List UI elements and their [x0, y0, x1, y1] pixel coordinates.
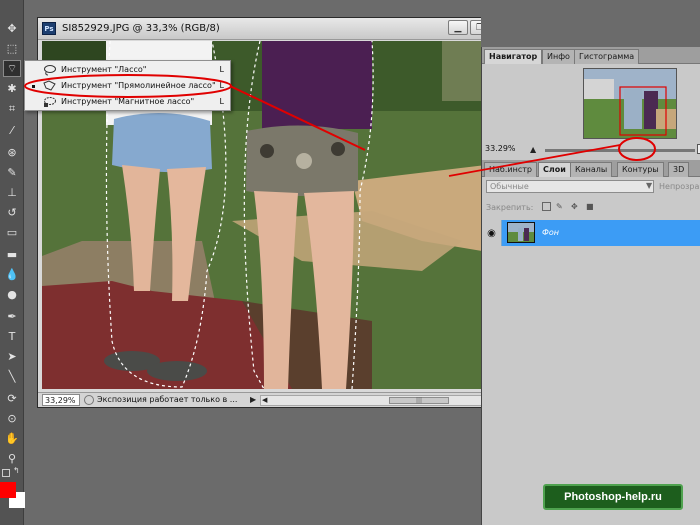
document-title-bar[interactable]: Ps SI852929.JPG @ 33,3% (RGB/8) ▁ ❐ ✕	[38, 18, 526, 40]
scroll-left-icon[interactable]: ◀	[262, 396, 267, 404]
layer-row[interactable]: ◉ Фон	[482, 220, 700, 246]
navigator-thumbnail[interactable]	[583, 68, 677, 139]
flyout-item-shortcut: L	[219, 65, 224, 74]
lock-label: Закрепить:	[486, 203, 534, 212]
tab-info[interactable]: Инфо	[542, 49, 575, 64]
tab-3d[interactable]: 3D	[668, 162, 690, 177]
clone-stamp-tool-icon[interactable]: ⊥	[3, 184, 21, 201]
default-colors-icon[interactable]	[2, 469, 10, 477]
navigator-zoom-slider[interactable]	[545, 144, 700, 154]
chevron-down-icon[interactable]: ▼	[646, 181, 652, 190]
dodge-tool-icon[interactable]: ●	[3, 286, 21, 303]
layer-name: Фон	[542, 228, 560, 237]
flyout-item-lasso[interactable]: Инструмент "Лассо" L	[25, 62, 230, 78]
tab-paths[interactable]: Контуры	[617, 162, 664, 177]
gradient-tool-icon[interactable]: ▬	[3, 246, 21, 263]
foreground-color-swatch[interactable]	[0, 482, 16, 498]
flyout-item-label: Инструмент "Лассо"	[61, 65, 147, 74]
eyedropper-tool-icon[interactable]: ⁄	[3, 122, 21, 139]
polygonal-lasso-tool-icon[interactable]: ⌔	[3, 60, 21, 77]
zoom-out-icon[interactable]: ▲	[530, 145, 536, 154]
navigator-panel: 33.29% ▲	[482, 65, 700, 160]
flyout-item-label: Инструмент "Прямолинейное лассо"	[61, 81, 216, 90]
quick-selection-tool-icon[interactable]: ✱	[3, 80, 21, 97]
hand-tool-icon[interactable]: ✋	[3, 430, 21, 447]
selected-marker	[32, 85, 35, 88]
scroll-thumb[interactable]: |||	[389, 397, 449, 404]
navigator-preview-image	[584, 69, 676, 138]
lock-brush-icon[interactable]: ✎	[556, 202, 565, 211]
eraser-tool-icon[interactable]: ▭	[3, 224, 21, 241]
polygonal-lasso-icon	[43, 80, 56, 91]
swap-colors-icon[interactable]: ↰	[13, 466, 20, 475]
watermark: Photoshop-help.ru	[543, 484, 683, 510]
minimize-button[interactable]: ▁	[448, 20, 468, 35]
status-text: Экспозиция работает только в ...	[97, 395, 238, 404]
status-info-icon[interactable]	[84, 395, 94, 405]
flyout-item-shortcut: L	[219, 97, 224, 106]
lasso-icon	[44, 65, 56, 76]
3d-orbit-tool-icon[interactable]: ⊙	[3, 410, 21, 427]
visibility-eye-icon[interactable]: ◉	[482, 220, 502, 246]
photoshop-icon: Ps	[42, 22, 56, 35]
lock-position-icon[interactable]: ✥	[571, 202, 580, 211]
navigator-tabs: Навигатор Инфо Гистограмма	[482, 47, 700, 64]
flyout-item-shortcut: L	[219, 81, 224, 90]
navigator-zoom[interactable]: 33.29%	[485, 144, 523, 156]
marquee-tool-icon[interactable]: ⬚	[3, 40, 21, 57]
zoom-tool-icon[interactable]: ⚲	[3, 450, 21, 467]
lock-all-icon[interactable]: ■	[586, 202, 595, 211]
flyout-item-magnetic-lasso[interactable]: Инструмент "Магнитное лассо" L	[25, 94, 230, 110]
tab-navigator[interactable]: Навигатор	[484, 49, 543, 64]
lock-transparency-icon[interactable]	[542, 202, 551, 211]
lasso-tool-flyout: Инструмент "Лассо" L Инструмент "Прямоли…	[24, 60, 231, 111]
panel-dock-top	[481, 0, 700, 47]
horizontal-scrollbar[interactable]: ◀ ||| ▶	[260, 395, 510, 406]
line-tool-icon[interactable]: ╲	[3, 368, 21, 385]
tab-channels[interactable]: Каналы	[570, 162, 613, 177]
layer-thumbnail	[507, 222, 535, 243]
blur-tool-icon[interactable]: 💧	[3, 266, 21, 283]
3d-rotate-tool-icon[interactable]: ⟳	[3, 390, 21, 407]
healing-brush-tool-icon[interactable]: ⊛	[3, 144, 21, 161]
tools-panel: ✥ ⬚ ⌔ ✱ ⌗ ⁄ ⊛ ✎ ⊥ ↺ ▭ ▬ 💧 ● ✒ T ➤ ╲ ⟳ ⊙ …	[0, 0, 25, 525]
document-status-bar: 33,29% Экспозиция работает только в ... …	[38, 392, 526, 407]
tab-tool-presets[interactable]: Наб.инстр	[484, 162, 537, 177]
zoom-field[interactable]: 33,29%	[42, 394, 80, 406]
flyout-item-label: Инструмент "Магнитное лассо"	[61, 97, 195, 106]
brush-tool-icon[interactable]: ✎	[3, 164, 21, 181]
type-tool-icon[interactable]: T	[3, 328, 21, 345]
flyout-item-polygonal-lasso[interactable]: Инструмент "Прямолинейное лассо" L	[25, 78, 230, 94]
tab-layers[interactable]: Слои	[538, 162, 571, 177]
pen-tool-icon[interactable]: ✒	[3, 308, 21, 325]
magnetic-lasso-icon	[44, 97, 56, 107]
tab-histogram[interactable]: Гистограмма	[574, 49, 640, 64]
opacity-label: Непрозрачн	[659, 182, 700, 191]
path-selection-tool-icon[interactable]: ➤	[3, 348, 21, 365]
history-brush-tool-icon[interactable]: ↺	[3, 204, 21, 221]
move-tool-icon[interactable]: ✥	[3, 20, 21, 37]
layers-tabs: Наб.инстр Слои Каналы Контуры 3D	[482, 160, 700, 177]
blend-mode-select[interactable]: Обычные	[486, 180, 654, 193]
panels-dock: Навигатор Инфо Гистограмма 33.29% ▲ Наб.…	[481, 47, 700, 525]
status-menu-arrow-icon[interactable]: ▶	[250, 395, 256, 404]
document-title: SI852929.JPG @ 33,3% (RGB/8)	[62, 23, 220, 34]
layers-panel: Обычные ▼ Непрозрачн Закрепить: ✎ ✥ ■ ◉ …	[482, 178, 700, 525]
crop-tool-icon[interactable]: ⌗	[3, 100, 21, 117]
